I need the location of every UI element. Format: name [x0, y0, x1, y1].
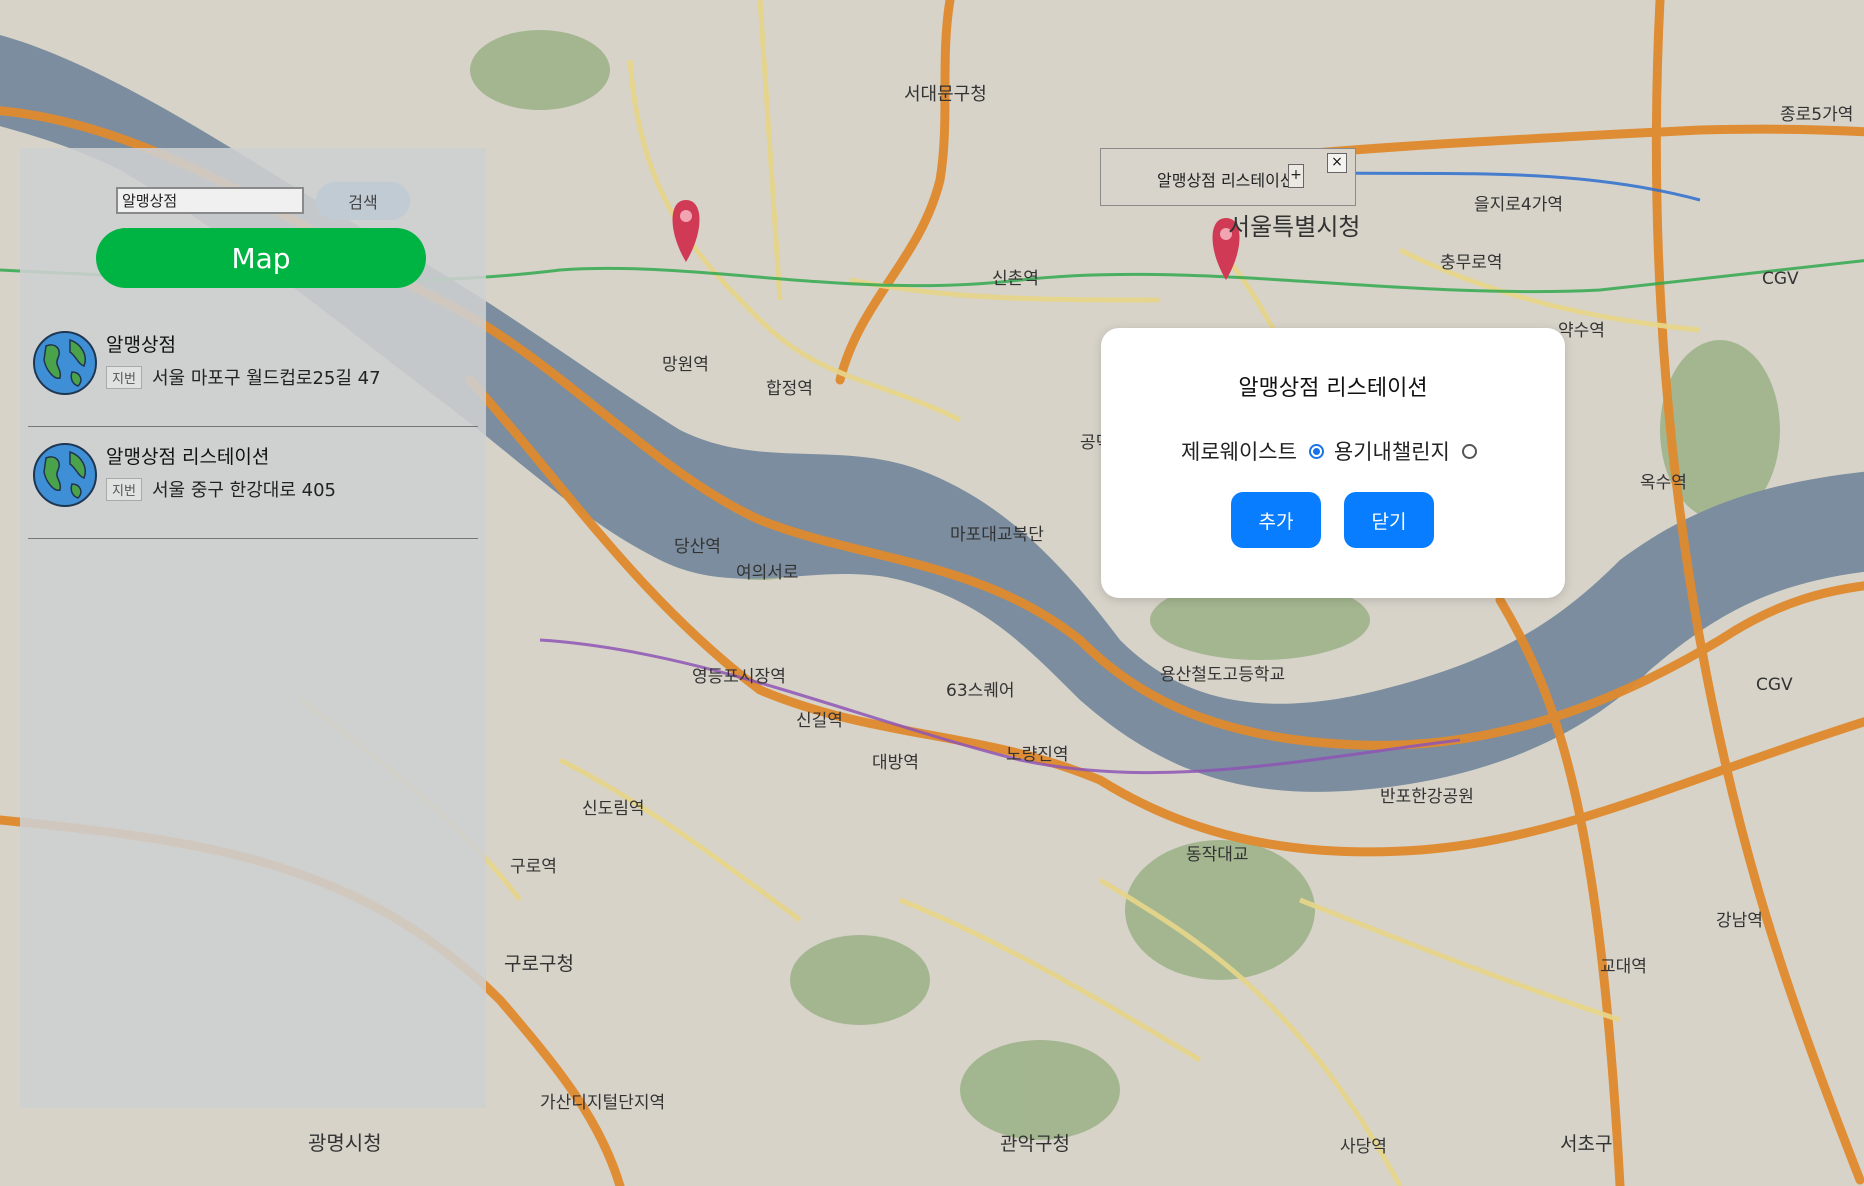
svg-text:여의서로: 여의서로 [736, 563, 799, 583]
option-label-zero-waste: 제로웨이스트 [1181, 440, 1297, 464]
svg-text:옥수역: 옥수역 [1640, 473, 1687, 493]
svg-text:서초구: 서초구 [1560, 1133, 1612, 1155]
place-address: 서울 마포구 월드컵로25길 47 [152, 368, 381, 389]
svg-text:CGV: CGV [1756, 675, 1793, 695]
svg-text:신도림역: 신도림역 [582, 799, 645, 819]
place-name: 알맹상점 [106, 334, 176, 356]
radio-zero-waste[interactable] [1308, 443, 1324, 459]
svg-text:마포대교북단: 마포대교북단 [950, 525, 1044, 545]
address-type-badge: 지번 [106, 478, 142, 501]
svg-text:관악구청: 관악구청 [1000, 1133, 1070, 1155]
list-item[interactable]: 알맹상점 지번 서울 마포구 월드컵로25길 47 [28, 324, 478, 434]
svg-text:충무로역: 충무로역 [1440, 253, 1503, 273]
list-item[interactable]: 알맹상점 리스테이션 지번 서울 중구 한강대로 405 [28, 436, 478, 546]
svg-text:대방역: 대방역 [872, 753, 919, 773]
globe-icon [33, 443, 97, 507]
address-type-badge: 지번 [106, 366, 142, 389]
globe-icon [33, 331, 97, 395]
svg-text:서대문구청: 서대문구청 [904, 84, 987, 105]
svg-text:신촌역: 신촌역 [992, 269, 1039, 289]
svg-text:CGV: CGV [1762, 269, 1799, 289]
add-button[interactable]: 추가 [1231, 492, 1321, 548]
tag-options: 제로웨이스트 용기내챌린지 [1181, 436, 1487, 466]
svg-text:구로역: 구로역 [510, 857, 557, 877]
svg-text:가산디지털단지역: 가산디지털단지역 [540, 1093, 665, 1113]
place-name: 알맹상점 리스테이션 [106, 446, 270, 468]
svg-text:동작대교: 동작대교 [1186, 845, 1249, 865]
search-button[interactable]: 검색 [316, 182, 410, 220]
svg-text:서울특별시청: 서울특별시청 [1228, 213, 1360, 241]
info-window-add-button[interactable]: + [1288, 164, 1304, 188]
place-address: 서울 중구 한강대로 405 [152, 480, 337, 501]
divider [28, 426, 478, 427]
close-icon[interactable]: × [1327, 153, 1347, 173]
svg-text:63스퀘어: 63스퀘어 [946, 681, 1015, 701]
svg-text:광명시청: 광명시청 [308, 1131, 382, 1155]
add-tag-modal: 알맹상점 리스테이션 제로웨이스트 용기내챌린지 추가 닫기 [1101, 328, 1565, 598]
svg-text:영등포시장역: 영등포시장역 [692, 667, 786, 687]
divider [28, 538, 478, 539]
close-button[interactable]: 닫기 [1344, 492, 1434, 548]
svg-text:반포한강공원: 반포한강공원 [1380, 787, 1474, 807]
svg-text:신길역: 신길역 [796, 711, 843, 731]
map-button[interactable]: Map [96, 228, 426, 288]
info-window-title: 알맹상점 리스테이션 [1157, 171, 1295, 190]
search-side-panel [20, 148, 486, 1108]
svg-text:합정역: 합정역 [766, 379, 813, 399]
svg-text:강남역: 강남역 [1716, 911, 1763, 931]
map-info-window: 알맹상점 리스테이션 + × [1100, 148, 1356, 206]
svg-text:종로5가역: 종로5가역 [1780, 105, 1853, 125]
radio-container-challenge[interactable] [1461, 443, 1477, 459]
modal-title: 알맹상점 리스테이션 [1238, 376, 1428, 401]
svg-text:약수역: 약수역 [1558, 321, 1605, 341]
svg-text:망원역: 망원역 [662, 355, 709, 375]
svg-text:을지로4가역: 을지로4가역 [1474, 195, 1563, 215]
svg-text:용산철도고등학교: 용산철도고등학교 [1160, 665, 1285, 685]
option-label-container-challenge: 용기내챌린지 [1333, 440, 1450, 464]
search-input[interactable] [116, 187, 304, 214]
svg-text:교대역: 교대역 [1600, 957, 1647, 977]
svg-text:당산역: 당산역 [674, 537, 721, 557]
svg-text:구로구청: 구로구청 [504, 953, 574, 975]
svg-text:사당역: 사당역 [1340, 1137, 1387, 1157]
svg-text:노량진역: 노량진역 [1006, 745, 1069, 765]
